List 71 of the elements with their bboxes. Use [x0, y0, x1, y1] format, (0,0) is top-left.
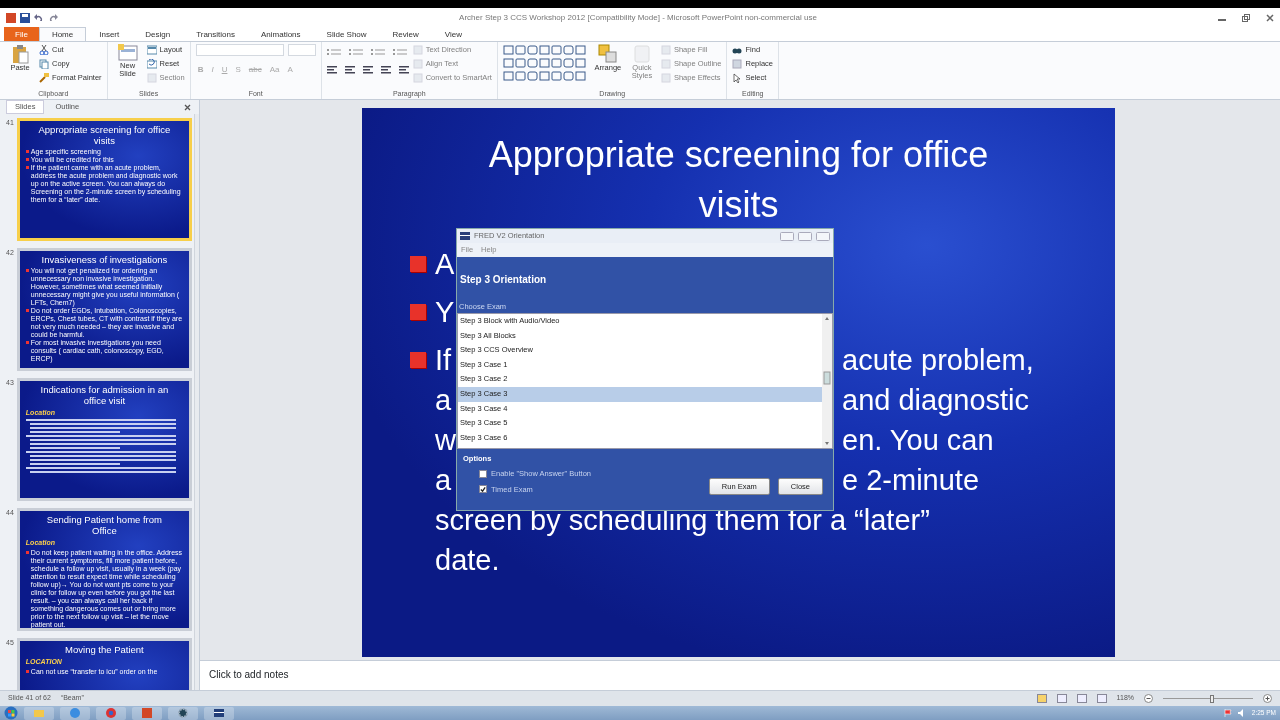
slide-text: A [435, 247, 455, 282]
slide-thumbnail[interactable] [16, 118, 192, 241]
slide-thumbnail[interactable] [16, 508, 192, 631]
slide-text: Y [435, 295, 455, 330]
checkbox[interactable] [479, 469, 487, 478]
window-title: Archer Step 3 CCS Workshop 2012 [Compatibility Mode] - Microsoft PowerPoint non-commercial use [458, 12, 818, 24]
slide-text: e 2-minute [842, 463, 979, 498]
ribbon-tab[interactable]: View [431, 27, 476, 41]
thumbnail-title: Invasiveness of investigations [40, 254, 169, 265]
reading-view-icon[interactable] [1076, 694, 1087, 703]
ribbon-tab[interactable]: Animations [248, 27, 314, 41]
redo-icon[interactable] [48, 13, 58, 23]
flag-icon[interactable] [1223, 709, 1232, 717]
slide-canvas[interactable] [362, 108, 1115, 657]
restore-icon[interactable] [1242, 14, 1250, 22]
sorter-view-icon[interactable] [1056, 694, 1067, 703]
thumbnail-title: Sending Patient home from Office [45, 514, 163, 536]
ribbon-tab[interactable]: Design [132, 27, 184, 41]
bullet-icon [410, 304, 426, 320]
app-icon [460, 232, 470, 240]
browser-icon[interactable] [105, 707, 117, 719]
ribbon-tab[interactable]: Home [38, 27, 87, 41]
undo-icon[interactable] [34, 13, 44, 23]
start-icon[interactable] [4, 706, 18, 720]
globe-icon[interactable] [69, 707, 81, 719]
notes-field[interactable]: Click to add notes [200, 660, 1280, 690]
thumbnail-title: Indications for admission in an office visit [39, 384, 170, 406]
zoom-out-icon[interactable] [1144, 694, 1153, 703]
slide-title: Appropriate screening for office visits [487, 133, 990, 227]
bullet-icon [410, 352, 426, 368]
scissors-icon [39, 45, 49, 55]
copy-icon [39, 59, 49, 69]
ribbon-tab[interactable]: Slide Show [313, 27, 380, 41]
slide-text: w [435, 423, 456, 458]
arrange-icon [597, 44, 618, 64]
dialog-heading: Step 3 Orientation [459, 273, 548, 287]
slide-text: and diagnostic [842, 383, 1030, 418]
cursor-icon [732, 73, 743, 83]
slide-text: a [435, 463, 452, 498]
normal-view-icon[interactable] [1036, 694, 1047, 703]
thumbnail-title: Appropriate screening for office visits [37, 124, 172, 146]
bullet-icon [410, 256, 426, 272]
reset-icon [146, 59, 157, 69]
presentation-icon[interactable] [141, 707, 153, 719]
maximize-icon[interactable] [798, 231, 812, 241]
thumbnail-title: Moving the Patient [64, 644, 145, 655]
slide-text: en. You can [842, 423, 994, 458]
brush-icon [39, 73, 49, 83]
font-name-field[interactable] [195, 44, 284, 56]
ribbon-tab[interactable]: Insert [86, 27, 133, 41]
shapes-gallery-drawing[interactable] [502, 44, 589, 84]
ribbon-tab[interactable]: Transitions [183, 27, 248, 41]
slide-thumbnail[interactable] [16, 248, 192, 371]
font-size-field[interactable] [287, 44, 316, 56]
slide-text: date. [435, 543, 500, 578]
slideshow-icon[interactable] [1096, 694, 1107, 703]
ribbon-tab[interactable]: Review [379, 27, 432, 41]
gear-icon[interactable] [177, 707, 189, 719]
window-icon[interactable] [213, 707, 225, 719]
speaker-icon[interactable] [1237, 709, 1246, 717]
slide-text: a [435, 383, 452, 418]
close-icon[interactable] [184, 103, 191, 111]
zoom-in-icon[interactable] [1263, 694, 1272, 703]
align-left-icon[interactable] [326, 66, 337, 74]
checkbox[interactable] [479, 485, 487, 494]
layout-icon [146, 45, 157, 55]
slider-thumb[interactable] [1210, 694, 1215, 703]
slide-text: acute problem, [842, 343, 1034, 378]
slide-text: If [435, 343, 452, 378]
save-icon[interactable] [20, 13, 30, 23]
close-icon[interactable] [1266, 14, 1274, 22]
